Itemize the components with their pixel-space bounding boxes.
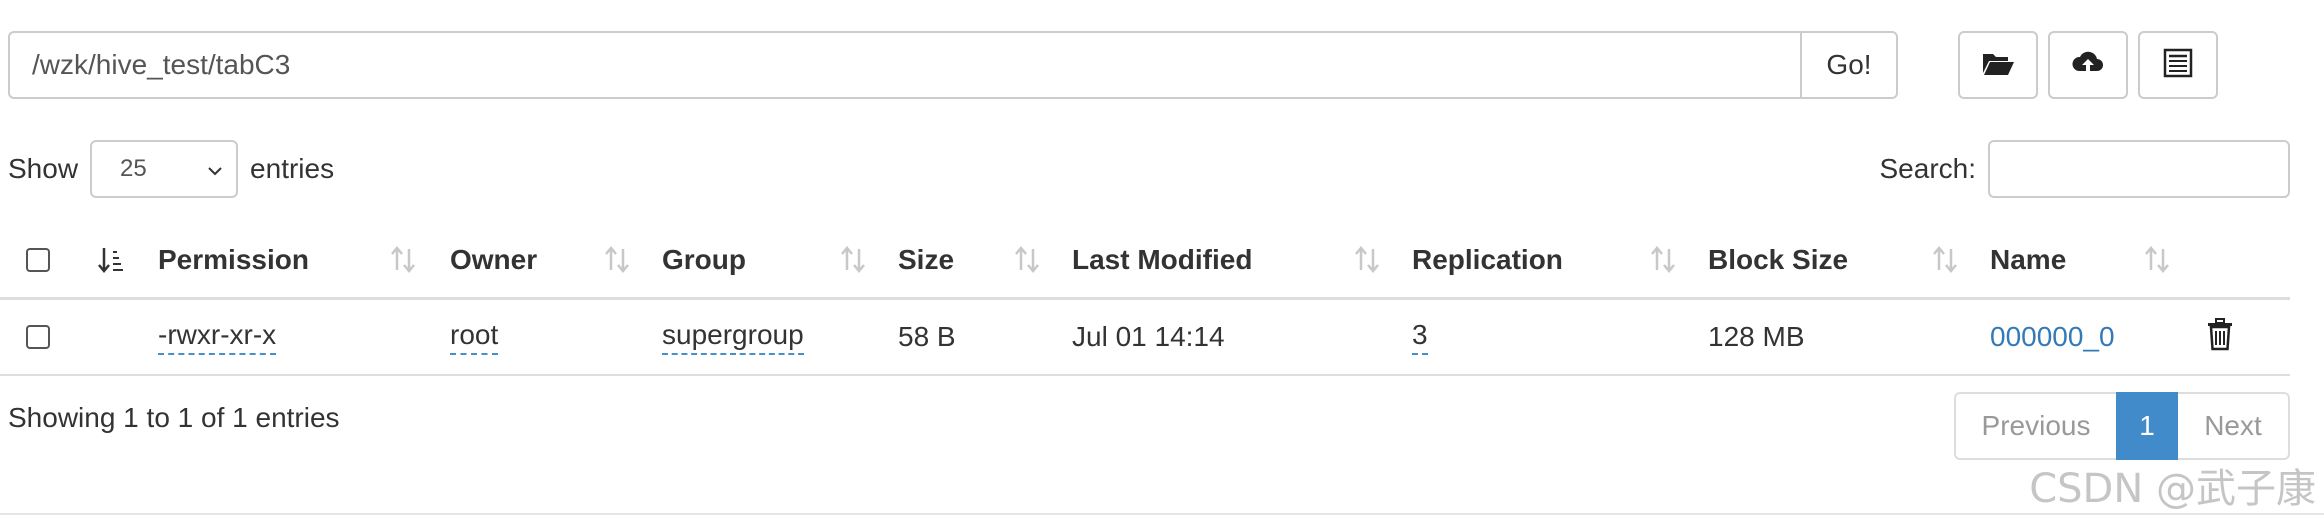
replication-cell: 3 — [1412, 300, 1428, 374]
search-control: Search: — [1879, 140, 2290, 198]
sort-both-icon[interactable] — [602, 242, 632, 278]
group-cell: supergroup — [662, 300, 804, 374]
sort-both-icon[interactable] — [388, 242, 418, 278]
watermark: CSDN @武子康 — [2029, 466, 2316, 512]
page-1-button[interactable]: 1 — [2116, 392, 2178, 460]
col-header-permission[interactable]: Permission — [158, 222, 309, 297]
col-header-last-modified[interactable]: Last Modified — [1072, 222, 1252, 297]
sort-desc-icon[interactable] — [96, 242, 126, 278]
col-header-group[interactable]: Group — [662, 222, 746, 297]
folder-open-icon — [1980, 45, 2016, 86]
row-select-cell — [26, 300, 50, 374]
permission-cell: -rwxr-xr-x — [158, 300, 277, 374]
replication-value[interactable]: 3 — [1412, 319, 1428, 355]
permission-value[interactable]: -rwxr-xr-x — [158, 319, 277, 355]
col-header-replication[interactable]: Replication — [1412, 222, 1563, 297]
select-all-checkbox[interactable] — [26, 247, 50, 272]
go-button[interactable]: Go! — [1800, 31, 1898, 99]
col-header-name[interactable]: Name — [1990, 222, 2066, 297]
group-value[interactable]: supergroup — [662, 319, 804, 355]
cloud-upload-icon — [2070, 45, 2106, 86]
table-row: -rwxr-xr-x root supergroup 58 B Jul 01 1… — [0, 300, 2290, 376]
sort-both-icon[interactable] — [1648, 242, 1678, 278]
size-cell: 58 B — [898, 321, 956, 352]
entries-per-page-value: 25 — [120, 155, 147, 182]
name-cell: 000000_0 — [1990, 300, 2115, 374]
sort-both-icon[interactable] — [1352, 242, 1382, 278]
owner-cell: root — [450, 300, 499, 374]
chevron-down-icon — [204, 160, 226, 182]
upload-button[interactable] — [2048, 31, 2128, 99]
pagination: Previous 1 Next — [1954, 392, 2290, 460]
search-input[interactable] — [1988, 140, 2290, 198]
list-icon — [2160, 45, 2196, 86]
file-name-link[interactable]: 000000_0 — [1990, 321, 2115, 353]
sort-both-icon[interactable] — [2142, 242, 2172, 278]
select-all-cell — [26, 222, 50, 297]
row-checkbox[interactable] — [26, 325, 50, 349]
view-list-button[interactable] — [2138, 31, 2218, 99]
sort-both-icon[interactable] — [838, 242, 868, 278]
col-header-block-size[interactable]: Block Size — [1708, 222, 1848, 297]
block-size-cell: 128 MB — [1708, 321, 1805, 352]
previous-page-button[interactable]: Previous — [1954, 392, 2116, 460]
next-page-button[interactable]: Next — [2178, 392, 2290, 460]
col-header-size[interactable]: Size — [898, 222, 954, 297]
show-label: Show — [8, 153, 79, 184]
create-directory-button[interactable] — [1958, 31, 2038, 99]
file-table: Permission Owner Group Size Last Modifie… — [0, 222, 2290, 376]
last-modified-cell: Jul 01 14:14 — [1072, 321, 1225, 352]
length-control: Show 25 entries — [8, 140, 334, 198]
divider — [0, 513, 2324, 515]
trash-icon — [2205, 317, 2235, 358]
table-header: Permission Owner Group Size Last Modifie… — [0, 222, 2290, 300]
entries-label: entries — [250, 153, 335, 184]
col-header-owner[interactable]: Owner — [450, 222, 537, 297]
path-bar: Go! — [8, 31, 1898, 99]
table-info: Showing 1 to 1 of 1 entries — [8, 402, 340, 433]
path-input[interactable] — [8, 31, 1800, 99]
sort-both-icon[interactable] — [1012, 242, 1042, 278]
delete-button[interactable] — [2205, 300, 2235, 374]
owner-value[interactable]: root — [450, 319, 499, 355]
entries-per-page-select[interactable]: 25 — [90, 140, 239, 198]
sort-both-icon[interactable] — [1930, 242, 1960, 278]
search-label: Search: — [1879, 153, 1977, 184]
